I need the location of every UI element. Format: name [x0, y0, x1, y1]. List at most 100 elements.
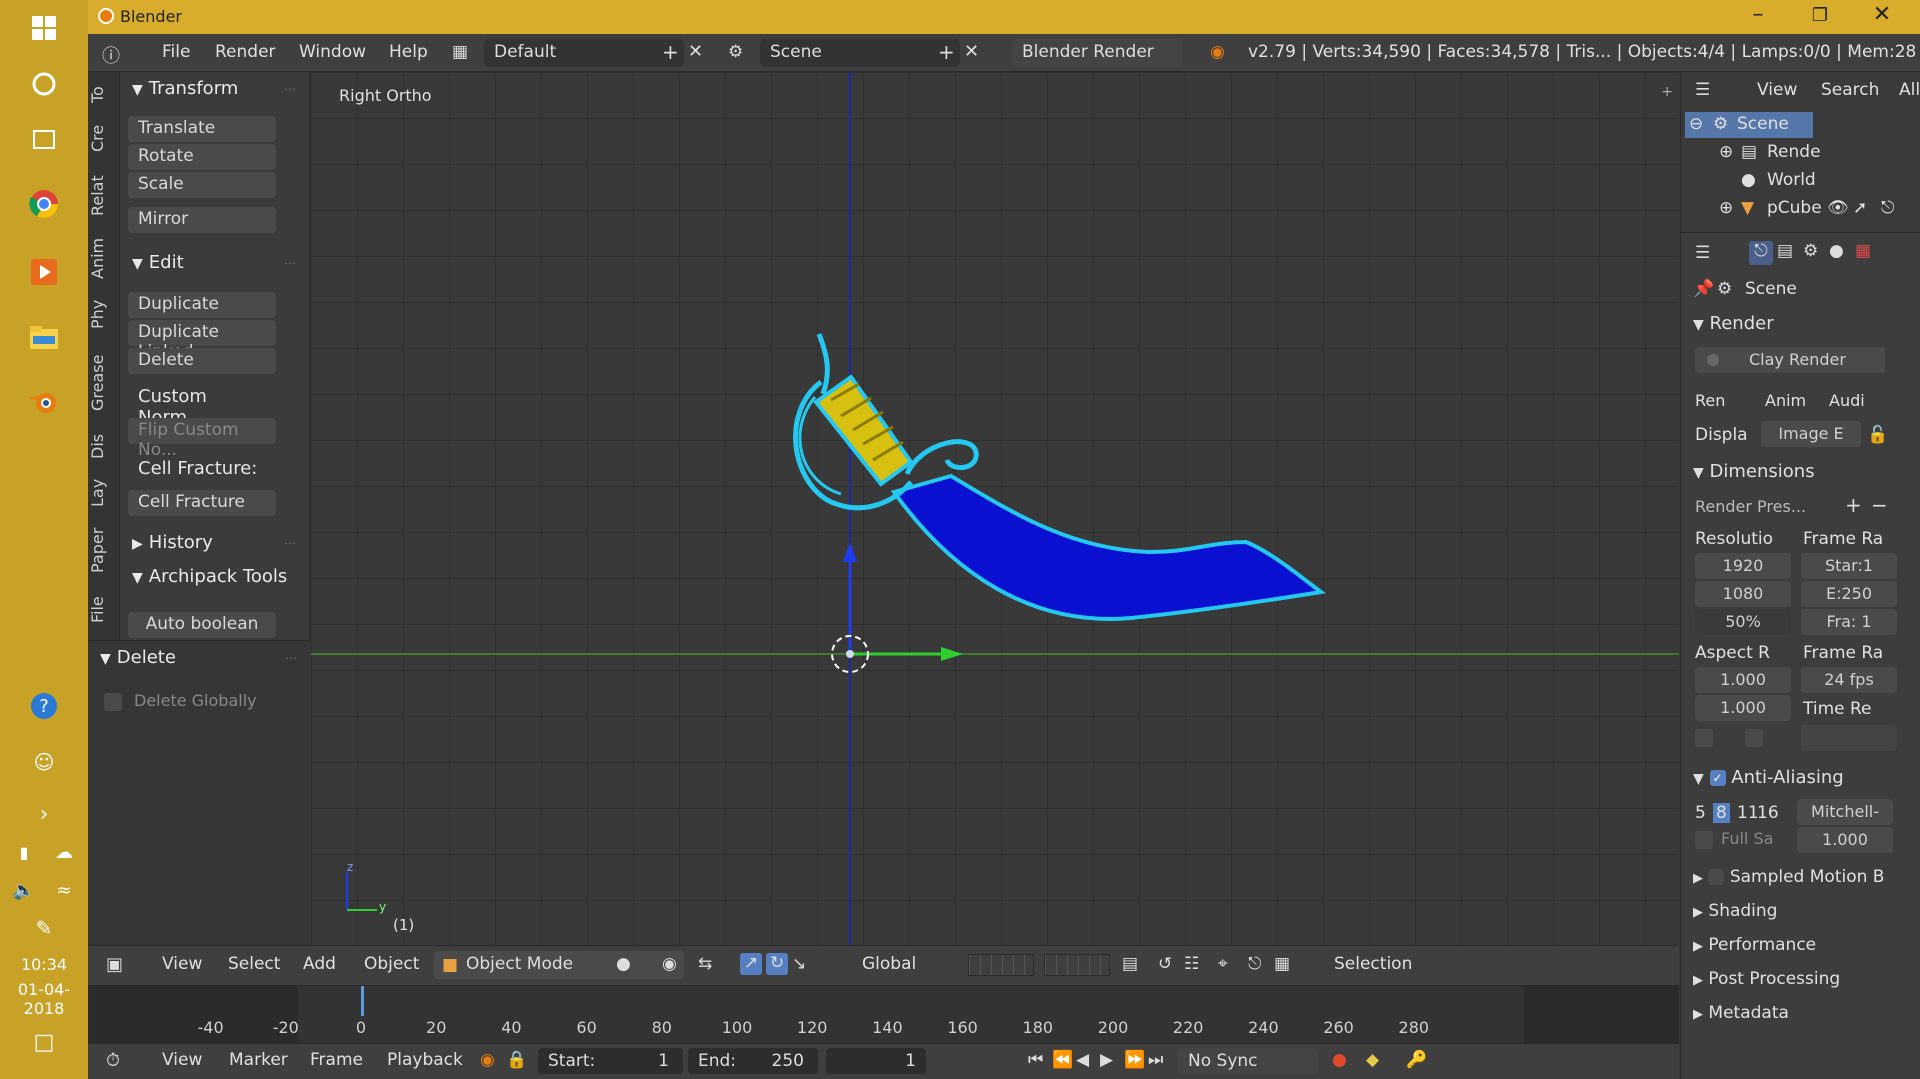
jump-to-end-icon[interactable]: ⏭ [1148, 1050, 1163, 1070]
menu-view[interactable]: View [162, 1050, 202, 1070]
current-frame-field[interactable]: 1 [826, 1048, 926, 1074]
aa-samples-8[interactable]: 8 [1713, 803, 1730, 823]
render-animation-icon[interactable]: ▦ [1274, 954, 1290, 974]
aa-samples-5[interactable]: 5 [1695, 803, 1706, 823]
edit-panel-header[interactable]: ▼ Edit [132, 252, 184, 273]
tab-layers[interactable]: Lay [88, 476, 120, 510]
minimize-icon[interactable]: – [1728, 2, 1788, 32]
menu-add[interactable]: Add [303, 954, 336, 974]
tab-paper[interactable]: Paper [88, 522, 120, 578]
frame-start-field[interactable]: Star:1 [1801, 553, 1897, 579]
delete-globally-checkbox[interactable] [104, 693, 122, 711]
full-sample-checkbox[interactable] [1695, 831, 1713, 849]
blender-taskbar-icon[interactable] [22, 380, 66, 424]
duplicate-button[interactable]: Duplicate [128, 292, 276, 318]
renderability-camera-icon[interactable]: ⎋ [1881, 198, 1894, 218]
menu-render[interactable]: Render [215, 42, 276, 62]
auto-keying-icon[interactable]: ● [1332, 1050, 1347, 1070]
taskbar-date[interactable]: 01-04-2018 [0, 980, 88, 1018]
lock-interface-icon[interactable]: 🔓 [1867, 425, 1888, 445]
dimensions-panel-header[interactable]: ▼ Dimensions [1693, 461, 1815, 482]
aspect-y-field[interactable]: 1.000 [1695, 695, 1791, 721]
outliner-item-scene[interactable]: Scene [1737, 114, 1789, 134]
object-tab-icon[interactable]: ▦ [1855, 241, 1871, 261]
outliner-expand-icon[interactable]: ⊕ [1719, 198, 1733, 218]
display-dropdown[interactable]: Image E [1761, 421, 1861, 447]
outliner-item-render-layers[interactable]: Rende [1767, 142, 1821, 162]
insert-keyframe-icon[interactable]: 🔑 [1406, 1050, 1427, 1070]
translate-button[interactable]: Translate [128, 116, 276, 142]
3d-viewport[interactable]: Right Ortho z y (1) + [311, 72, 1679, 945]
clay-render-button[interactable]: Clay Render [1695, 347, 1885, 373]
viewport-shading-icon[interactable]: ● [616, 954, 631, 974]
lock-layers-icon[interactable]: ▤ [1122, 954, 1138, 974]
frame-step-field[interactable]: Fra: 1 [1801, 609, 1897, 635]
tab-tools[interactable]: To [88, 80, 120, 110]
delete-operator-header[interactable]: ▼ Delete [100, 647, 176, 668]
add-scene-icon[interactable]: + [938, 40, 955, 64]
selectability-cursor-icon[interactable]: ➚ [1853, 198, 1867, 218]
sampled-motion-blur-panel-header[interactable]: ▶ Sampled Motion B [1693, 867, 1884, 887]
outliner-item-world[interactable]: World [1767, 170, 1816, 190]
outliner-expand-icon[interactable]: ⊕ [1719, 142, 1733, 162]
remove-preset-icon[interactable]: − [1871, 493, 1888, 517]
outliner-menu-view[interactable]: View [1757, 80, 1797, 100]
delete-button[interactable]: Delete [128, 348, 276, 374]
aspect-x-field[interactable]: 1.000 [1695, 667, 1791, 693]
anti-aliasing-panel-header[interactable]: ▼ ✓ Anti-Aliasing [1693, 767, 1844, 788]
menu-select[interactable]: Select [228, 954, 280, 974]
menu-view[interactable]: View [162, 954, 202, 974]
manipulator-scale-icon[interactable]: ↘ [792, 954, 806, 974]
shading-panel-header[interactable]: ▶ Shading [1693, 901, 1777, 921]
pivot-point-icon[interactable]: ◉ [662, 954, 677, 974]
menu-object[interactable]: Object [364, 954, 419, 974]
notifications-icon[interactable]: □ [22, 1020, 66, 1064]
render-still-button[interactable]: Ren [1695, 391, 1725, 410]
tab-file[interactable]: File [88, 590, 120, 630]
resolution-y-field[interactable]: 1080 [1695, 581, 1791, 607]
cell-fracture-button[interactable]: Cell Fracture [128, 490, 276, 516]
aa-samples-16[interactable]: 16 [1757, 803, 1779, 823]
render-audio-button[interactable]: Audi [1829, 391, 1865, 410]
panel-grip-icon[interactable]: ⋯ [285, 651, 298, 665]
clay-render-toggle-icon[interactable] [1707, 354, 1719, 366]
jump-to-start-icon[interactable]: ⏮ [1028, 1050, 1043, 1070]
post-processing-panel-header[interactable]: ▶ Post Processing [1693, 969, 1840, 989]
end-frame-field[interactable]: End: 250 [688, 1048, 818, 1074]
media-player-icon[interactable] [22, 250, 66, 294]
next-keyframe-icon[interactable]: ⏩ [1124, 1050, 1145, 1070]
pin-icon[interactable]: 📌 [1693, 279, 1714, 299]
duplicate-linked-button[interactable]: Duplicate Linked [128, 320, 276, 362]
snap-toggle-icon[interactable]: ⌖ [1218, 954, 1228, 974]
frame-rate-dropdown[interactable]: 24 fps [1801, 667, 1897, 693]
tab-display[interactable]: Dis [88, 428, 120, 464]
transform-panel-header[interactable]: ▼ Transform [132, 78, 238, 99]
menu-window[interactable]: Window [299, 42, 366, 62]
editor-type-properties-icon[interactable]: ☰ [1695, 243, 1710, 263]
aa-filter-size-field[interactable]: 1.000 [1797, 827, 1893, 853]
menu-help[interactable]: Help [389, 42, 428, 62]
editor-type-outliner-icon[interactable]: ☰ [1695, 80, 1710, 100]
tab-animation[interactable]: Anim [88, 234, 120, 282]
people-icon[interactable]: ☺ [22, 740, 66, 784]
aa-filter-dropdown[interactable]: Mitchell- [1797, 799, 1893, 825]
scale-button[interactable]: Scale [128, 172, 276, 198]
layer-buttons-2[interactable] [1044, 954, 1110, 976]
crop-checkbox[interactable] [1745, 729, 1763, 747]
play-reverse-icon[interactable]: ◀ [1076, 1050, 1089, 1070]
screen-layout-icon[interactable]: ▦ [452, 42, 468, 62]
menu-playback[interactable]: Playback [387, 1050, 463, 1070]
outliner-item-pcube[interactable]: pCube [1767, 198, 1822, 218]
rotate-button[interactable]: Rotate [128, 144, 276, 170]
render-animation-button[interactable]: Anim [1765, 391, 1806, 410]
render-layers-tab-icon[interactable]: ▤ [1777, 241, 1793, 261]
editor-type-3d-icon[interactable]: ▣ [106, 954, 123, 975]
play-icon[interactable]: ▶ [1100, 1050, 1113, 1070]
menu-file[interactable]: File [162, 42, 190, 62]
viewport-expand-icon[interactable]: + [1661, 84, 1673, 100]
keyframe-type-icon[interactable]: ◆ [1366, 1050, 1379, 1070]
proportional-edit-icon[interactable]: ↺ [1158, 954, 1172, 974]
transform-orientation-dropdown[interactable]: Global [862, 954, 916, 974]
render-opengl-icon[interactable]: ⎋ [1248, 954, 1261, 974]
sync-mode-dropdown[interactable]: No Sync [1178, 1048, 1318, 1074]
